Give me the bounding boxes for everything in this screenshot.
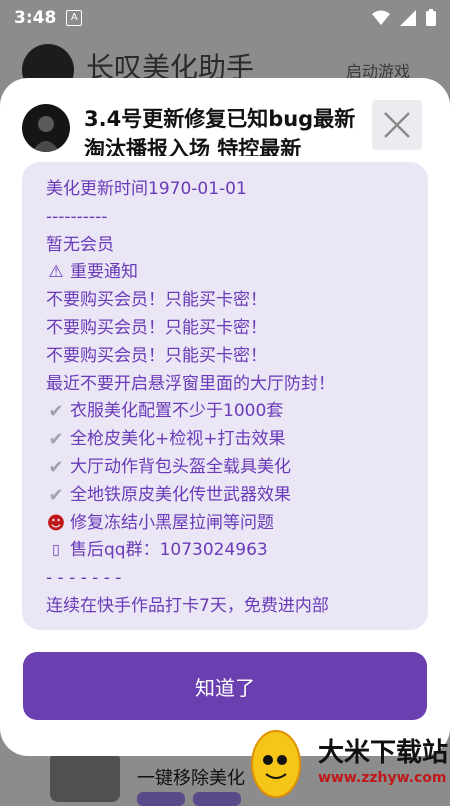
got-it-button[interactable]: 知道了 [23,652,427,720]
status-time: 3:48 [14,8,57,28]
notice-line: ☻ 修复冻结小黑屋拉闸等问题 [46,510,428,538]
notice-panel: 美化更新时间1970-01-01 ---------- 暂无会员 ⚠ 重要通知不要购买会… [22,162,428,630]
notice-line-text: 暂无会员 [46,234,114,255]
status-icons [372,9,436,26]
notice-line: ✔ 全地铁原皮美化传世武器效果 [46,482,428,510]
notice-line-text: 不要购买会员！只能买卡密！ [46,290,267,311]
notice-line-text: - - - - - - - [46,568,122,589]
check-icon: ✔ [48,484,64,506]
notice-line-text: 连续在快手作品打卡7天，免费进内部 [46,595,329,616]
person-silhouette-icon [32,116,60,152]
notice-line: - - - - - - - [46,565,428,593]
notice-line-text: 修复冻结小黑屋拉闸等问题 [70,512,274,533]
notice-line-text: 全枪皮美化+检视+打击效果 [70,429,286,450]
notice-line-text: ---------- [46,206,108,227]
check-icon: ✔ [48,456,64,478]
notice-line: 最近不要开启悬浮窗里面的大厅防封！ [46,371,428,399]
game-thumbnail [50,752,120,802]
check-icon: ✔ [48,429,64,451]
check-icon: ✔ [48,401,64,423]
notice-line: 连续在快手作品打卡7天，免费进内部 [46,593,428,621]
notice-line: ▯ 售后qq群：1073024963 [46,537,428,565]
notice-line-text: 大厅动作背包头盔全载具美化 [70,456,291,477]
notice-line-text: 美化更新时间1970-01-01 [46,179,247,199]
announcement-dialog: 3.4号更新修复已知bug最新淘汰播报入场 特控最新 美化更新时间1970-01… [0,78,450,756]
game-tag [193,792,241,806]
devil-icon: ☻ [46,512,66,534]
watermark-logo-icon [251,730,301,798]
notice-line-text: 不要购买会员！只能买卡密！ [46,317,267,338]
status-bar: 3:48 A [0,0,450,36]
game-tag [137,792,185,806]
notice-line: 不要购买会员！只能买卡密！ [46,315,428,343]
notice-line-text: 售后qq群：1073024963 [70,540,268,561]
background-game-title: 一键移除美化 [137,768,245,789]
notice-line-text: 不要购买会员！只能买卡密！ [46,345,267,366]
dialog-title: 3.4号更新修复已知bug最新淘汰播报入场 特控最新 [84,107,356,156]
close-icon [384,112,410,138]
close-button[interactable] [372,100,422,150]
notice-line: ✔ 大厅动作背包头盔全载具美化 [46,454,428,482]
notice-line: ✔ 全枪皮美化+检视+打击效果 [46,426,428,454]
notice-line: 美化更新时间1970-01-01 [46,176,428,204]
warning-icon: ⚠ [48,262,64,283]
notice-line: ✔ 衣服美化配置不少于1000套 [46,398,428,426]
wifi-icon [372,10,390,25]
notice-line-text: 衣服美化配置不少于1000套 [70,401,284,422]
notice-line-text: 全地铁原皮美化传世武器效果 [70,484,291,505]
battery-icon [426,9,436,26]
notification-a-icon: A [66,10,83,26]
notice-line-text: 重要通知 [70,262,138,283]
signal-icon [400,9,416,26]
notice-line: 暂无会员 [46,232,428,260]
notice-line: 不要购买会员！只能买卡密！ [46,287,428,315]
watermark-url: www.zzhyw.com [318,770,447,786]
notice-line-text: 最近不要开启悬浮窗里面的大厅防封！ [46,373,335,394]
notice-line: 不要购买会员！只能买卡密！ [46,343,428,371]
watermark-name: 大米下载站 [318,738,449,768]
box-icon: ▯ [52,542,60,559]
notice-line: ⚠ 重要通知 [46,259,428,287]
notice-line: ---------- [46,204,428,232]
dialog-avatar [22,104,70,152]
